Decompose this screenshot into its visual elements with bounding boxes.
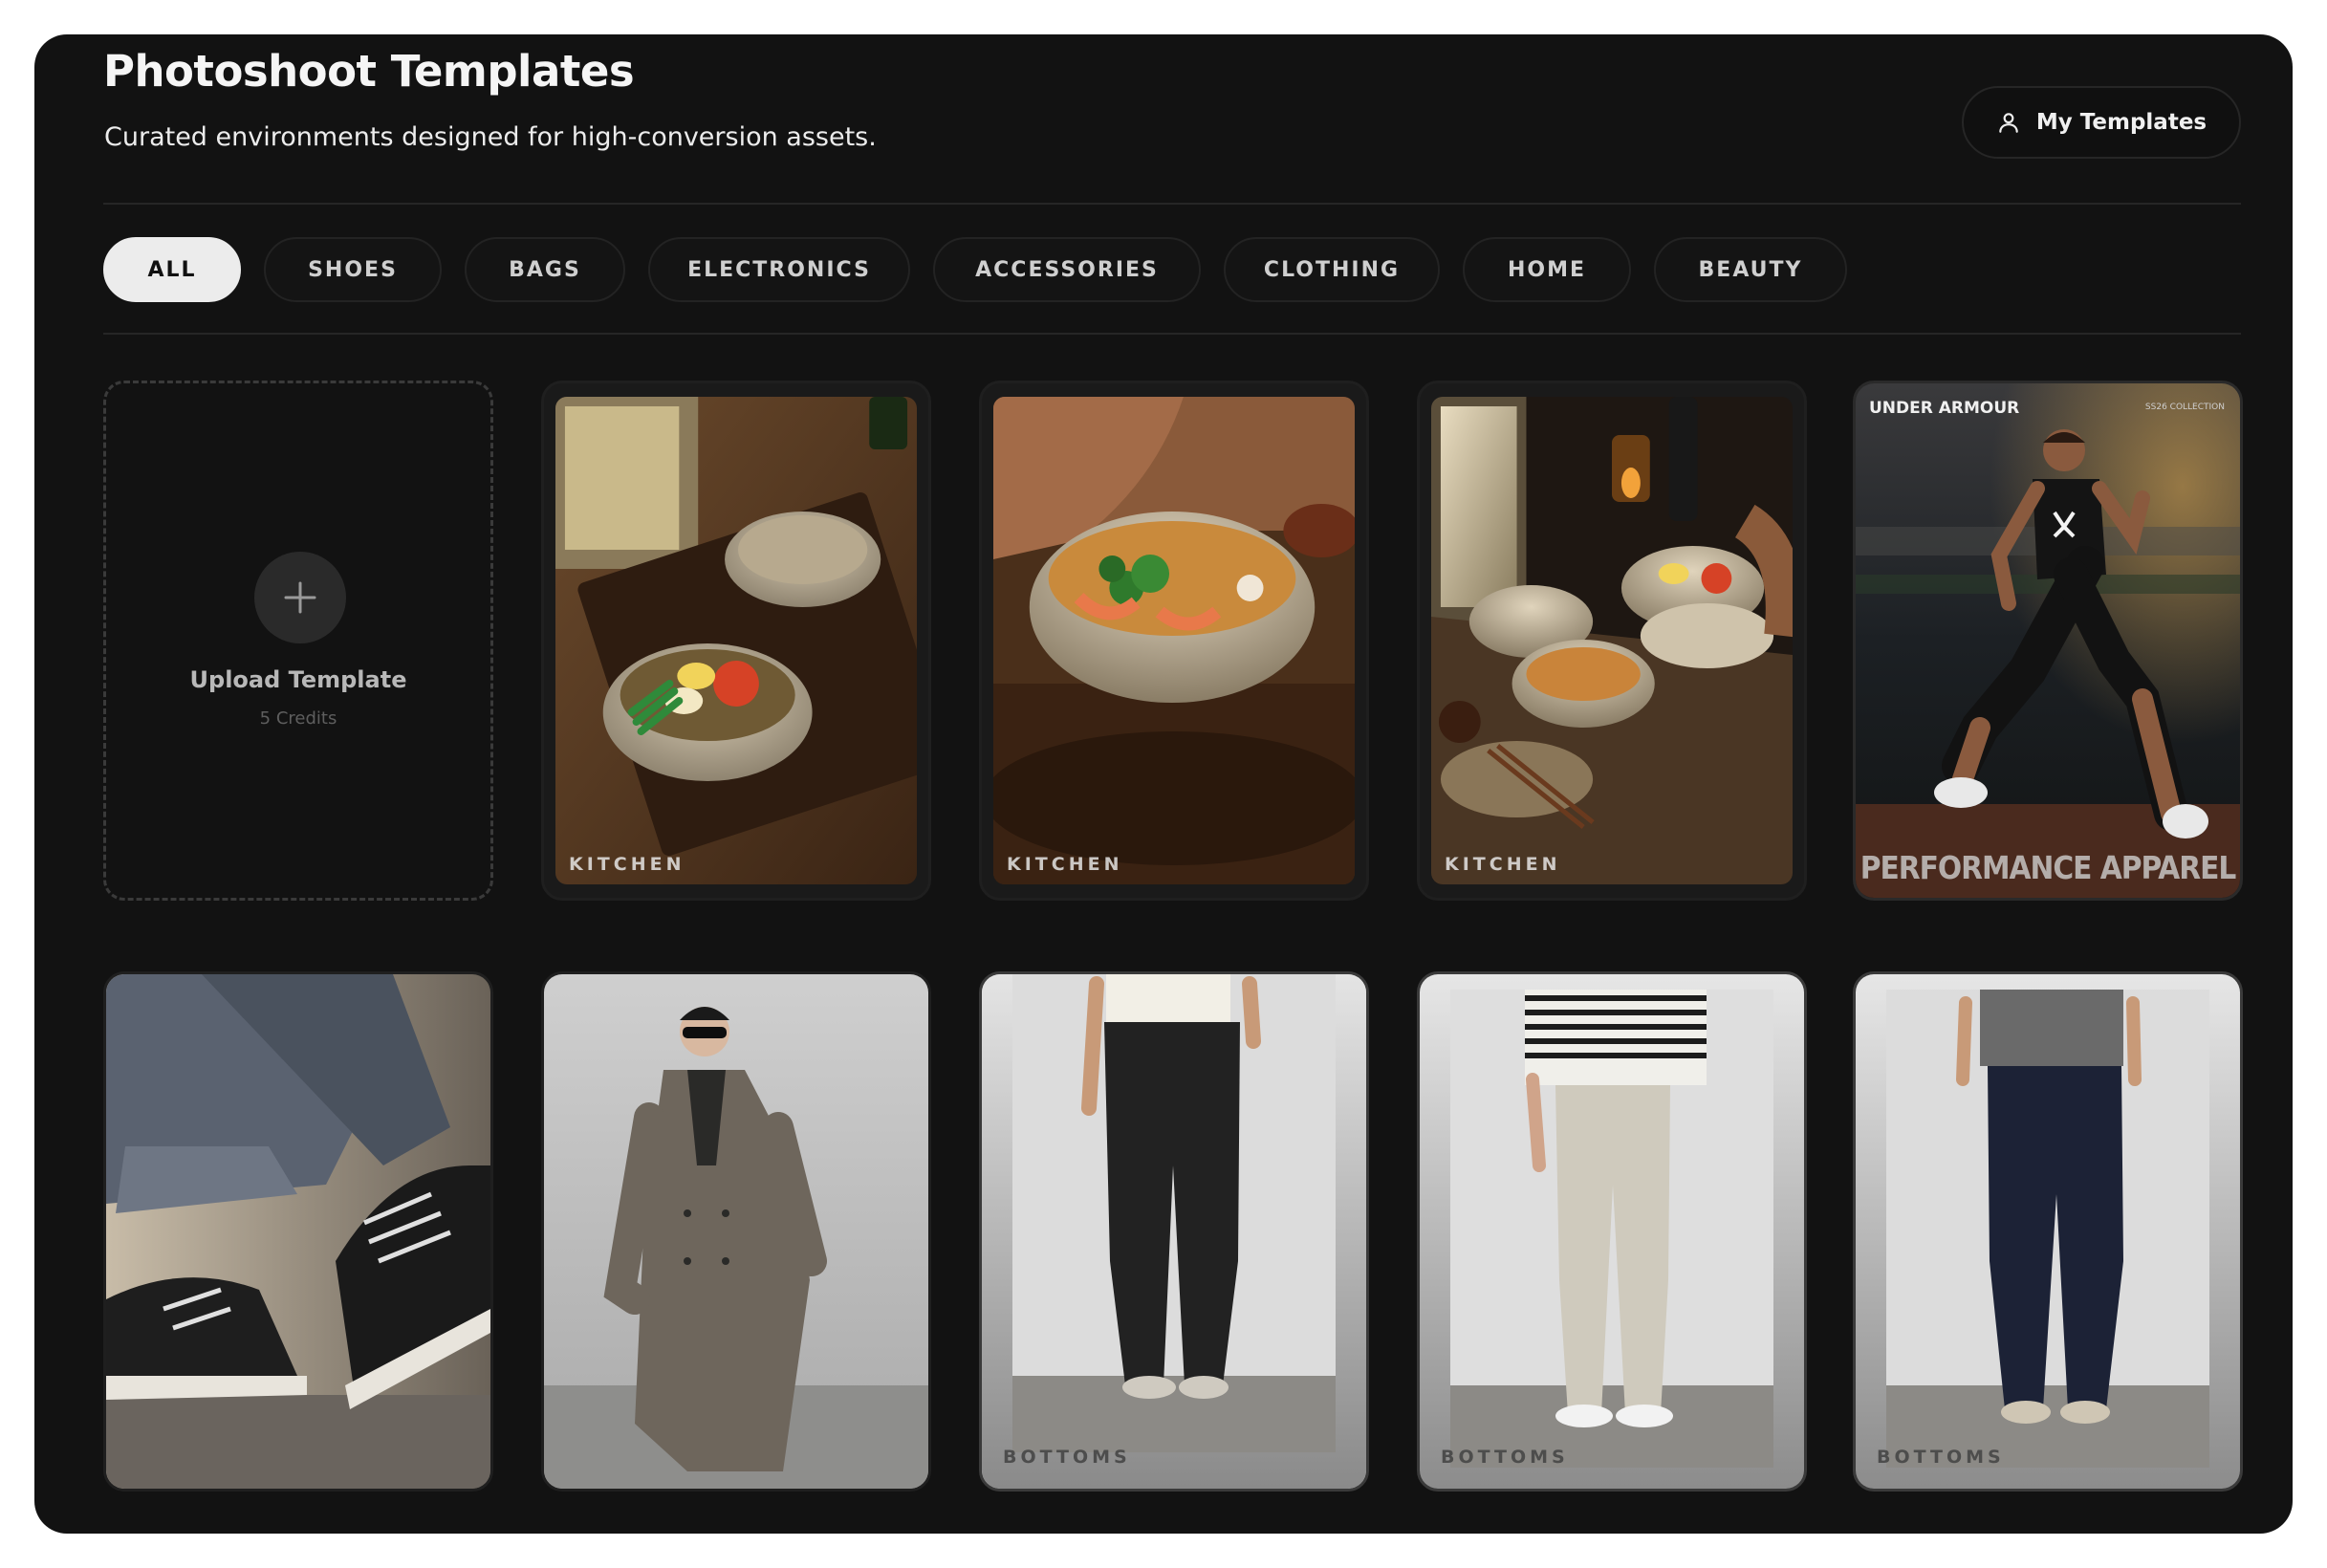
category-pill-electronics[interactable]: ELECTRONICS	[648, 237, 910, 302]
template-card-bottoms-3[interactable]: BOTTOMS	[1853, 971, 2243, 1492]
category-pill-all[interactable]: ALL	[103, 237, 241, 302]
template-image	[544, 974, 928, 1489]
template-card-bottoms-2[interactable]: BOTTOMS	[1417, 971, 1807, 1492]
template-headline: PERFORMANCE APPAREL	[1859, 849, 2237, 886]
template-card-trench-coat[interactable]	[541, 971, 931, 1492]
template-image	[982, 974, 1366, 1489]
template-image	[555, 397, 917, 884]
template-image	[1420, 974, 1804, 1489]
header-divider	[103, 203, 2241, 205]
category-pill-clothing[interactable]: CLOTHING	[1224, 237, 1440, 302]
template-tag: KITCHEN	[1007, 854, 1123, 875]
category-pill-shoes[interactable]: SHOES	[264, 237, 442, 302]
category-filter: ALL SHOES BAGS ELECTRONICS ACCESSORIES C…	[103, 237, 1847, 302]
user-icon	[1999, 113, 2018, 133]
upload-template-card[interactable]: Upload Template 5 Credits	[103, 381, 493, 901]
template-image	[1431, 397, 1793, 884]
upload-label: Upload Template	[189, 666, 407, 693]
page-title: Photoshoot Templates	[103, 46, 635, 97]
template-card-sneakers[interactable]	[103, 971, 493, 1492]
my-templates-label: My Templates	[2035, 110, 2207, 135]
upload-credits: 5 Credits	[259, 708, 337, 729]
my-templates-button[interactable]: My Templates	[1962, 86, 2241, 159]
template-tag: BOTTOMS	[1877, 1447, 2005, 1468]
template-tag: KITCHEN	[569, 854, 685, 875]
plus-icon[interactable]	[254, 552, 346, 643]
filter-divider	[103, 333, 2241, 335]
template-collection: SS26 COLLECTION	[2144, 403, 2225, 412]
template-image	[106, 974, 490, 1489]
category-pill-beauty[interactable]: BEAUTY	[1654, 237, 1847, 302]
template-tag: KITCHEN	[1445, 854, 1561, 875]
page-subtitle: Curated environments designed for high-c…	[104, 122, 877, 152]
templates-panel: Photoshoot Templates Curated environment…	[34, 34, 2293, 1534]
template-image	[1856, 383, 2240, 898]
template-image	[1856, 974, 2240, 1489]
category-pill-bags[interactable]: BAGS	[465, 237, 625, 302]
template-tag: BOTTOMS	[1441, 1447, 1569, 1468]
template-card-bottoms-1[interactable]: BOTTOMS	[979, 971, 1369, 1492]
template-tag: BOTTOMS	[1003, 1447, 1131, 1468]
template-card-kitchen-3[interactable]: KITCHEN	[1417, 381, 1807, 901]
category-pill-home[interactable]: HOME	[1463, 237, 1631, 302]
template-image	[993, 397, 1355, 884]
template-brand: UNDER ARMOUR	[1869, 399, 2020, 418]
template-card-performance-apparel[interactable]: UNDER ARMOUR SS26 COLLECTION PERFORMANCE…	[1853, 381, 2243, 901]
template-card-kitchen-2[interactable]: KITCHEN	[979, 381, 1369, 901]
template-card-kitchen-1[interactable]: KITCHEN	[541, 381, 931, 901]
category-pill-accessories[interactable]: ACCESSORIES	[933, 237, 1201, 302]
